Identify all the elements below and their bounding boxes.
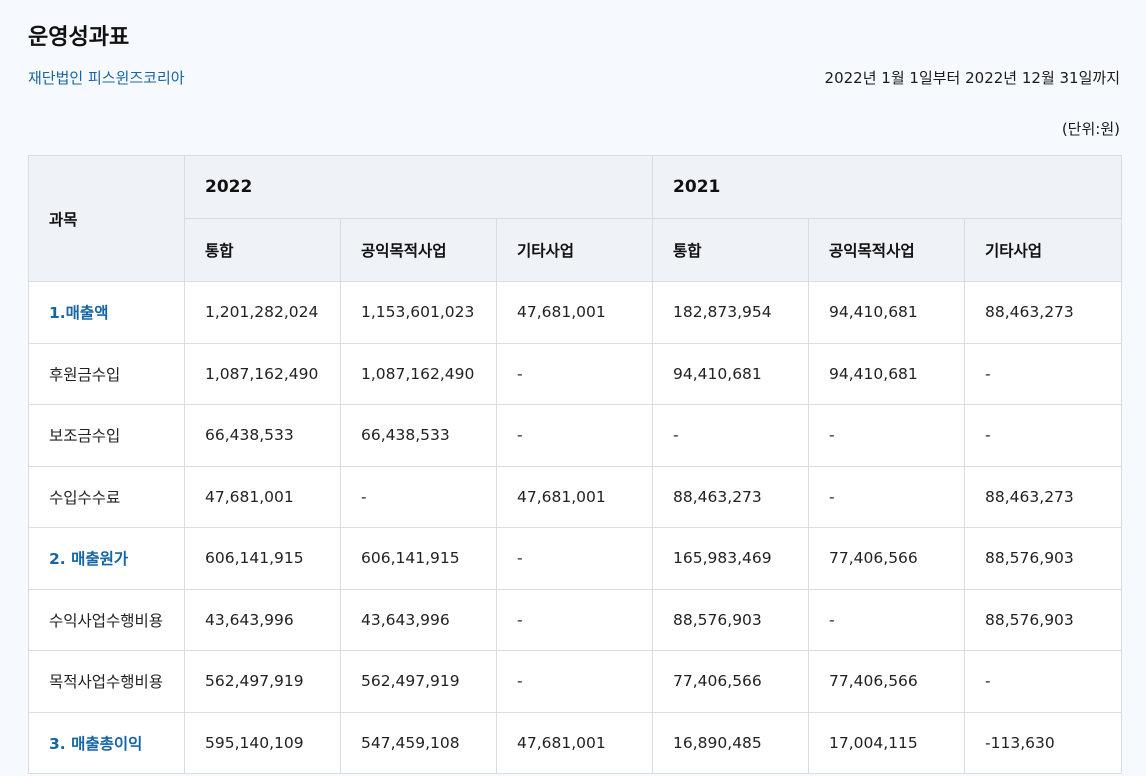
table-row: 보조금수입 66,438,533 66,438,533- - - - (28, 404, 1123, 467)
table-row: 2. 매출원가 606,141,915 606,141,915-165,983,46… (28, 527, 1123, 590)
table-cell: - (808, 465, 966, 528)
col-header-2022-combined: 통합 (184, 218, 341, 282)
row-subject: 목적사업수행비용 (28, 650, 185, 713)
table-row: 3. 매출총이익 595,140,109 547,459,108 47,681,001… (28, 711, 1123, 774)
fiscal-period: 2022년 1월 1일부터 2022년 12월 31일까지 (824, 69, 1120, 87)
table-cell: 66,438,533 (184, 404, 341, 467)
table-header: 과목 2022 2021 통합 공익목적사업 기타사업 통합 공익목적사업 기타… (28, 155, 1123, 282)
table-cell: 88,463,273 (964, 281, 1123, 344)
row-subject: 보조금수입 (28, 404, 185, 467)
row-subject: 수익사업수행비용 (28, 588, 185, 651)
table-cell: 1,201,282,024 (184, 281, 341, 344)
table-cell: - (808, 404, 966, 467)
table-cell: 547,459,108 (340, 711, 497, 774)
table-cell: 77,406,566 (808, 650, 966, 713)
table-cell: 77,406,566 (808, 527, 966, 590)
year-header-2021: 2021 (652, 155, 1123, 219)
table-cell: -113,630 (964, 711, 1123, 774)
organization-name: 재단법인 피스윈즈코리아 (28, 69, 185, 87)
table-cell: 88,576,903 (652, 588, 810, 651)
table-cell: 94,410,681 (808, 281, 966, 344)
table-cell: 47,681,001 (184, 465, 341, 528)
table-cell: - (964, 650, 1123, 713)
table-cell: - (495, 527, 654, 590)
row-subject: 후원금수입 (28, 342, 185, 405)
table-cell: 66,438,533 (340, 404, 497, 467)
page-title: 운영성과표 (28, 25, 130, 50)
table-cell: - (495, 342, 654, 405)
table-row: 수익사업수행비용 43,643,996 43,643,996-88,576,903-… (28, 588, 1123, 651)
table-cell: 182,873,954 (652, 281, 810, 344)
col-header-2021-public-purpose: 공익목적사업 (808, 218, 966, 282)
table-cell: 16,890,485 (652, 711, 810, 774)
header-row-years: 과목 2022 2021 (28, 155, 1123, 282)
year-header-2022: 2022 (183, 155, 654, 219)
currency-unit: (단위:원) (1061, 120, 1120, 138)
table-cell: 88,576,903 (964, 588, 1123, 651)
col-header-2022-public-purpose: 공익목적사업 (340, 218, 497, 282)
table-row: 목적사업수행비용 562,497,919 562,497,919-77,406,56… (28, 650, 1123, 713)
table-cell: 88,463,273 (964, 465, 1123, 528)
table-cell: - (808, 588, 966, 651)
table-cell: 562,497,919 (184, 650, 341, 713)
table-cell: 606,141,915 (340, 527, 497, 590)
table-cell: 47,681,001 (495, 281, 654, 344)
row-subject: 수입수수료 (28, 465, 185, 528)
table-cell: 595,140,109 (184, 711, 341, 774)
table-cell: 77,406,566 (652, 650, 810, 713)
table-body: 1.매출액 1,201,282,024 1,153,601,023 47,681,00… (28, 281, 1123, 774)
table-cell: 17,004,115 (808, 711, 966, 774)
row-subject-main: 2. 매출원가 (28, 527, 185, 590)
table-cell: - (340, 465, 497, 528)
table-cell: - (964, 342, 1123, 405)
table-cell: 43,643,996 (184, 588, 341, 651)
table-cell: 94,410,681 (808, 342, 966, 405)
table-cell: 606,141,915 (184, 527, 341, 590)
table-cell: 47,681,001 (495, 465, 654, 528)
table-cell: 94,410,681 (652, 342, 810, 405)
col-header-2021-other: 기타사업 (964, 218, 1123, 282)
operating-results-page: 운영성과표 재단법인 피스윈즈코리아 2022년 1월 1일부터 2022년 1… (0, 0, 1146, 776)
table-cell: 47,681,001 (495, 711, 654, 774)
table-row: 수입수수료 47,681,001-47,681,001 88,463,273-88,… (28, 465, 1123, 528)
table-cell: - (495, 404, 654, 467)
table-cell: - (652, 404, 810, 467)
subject-column-header: 과목 (28, 155, 185, 282)
table-row: 후원금수입 1,087,162,490 1,087,162,490-94,410,6… (28, 342, 1123, 405)
table-cell: 165,983,469 (652, 527, 810, 590)
table-row: 1.매출액 1,201,282,024 1,153,601,023 47,681,00… (28, 281, 1123, 344)
col-header-2022-other: 기타사업 (495, 218, 654, 282)
table-cell: - (495, 588, 654, 651)
table-cell: 1,087,162,490 (184, 342, 341, 405)
table-cell: 562,497,919 (340, 650, 497, 713)
row-subject-main: 1.매출액 (28, 281, 185, 344)
table-cell: - (495, 650, 654, 713)
table-cell: 88,576,903 (964, 527, 1123, 590)
table-cell: 43,643,996 (340, 588, 497, 651)
table-cell: 88,463,273 (652, 465, 810, 528)
table-cell: - (964, 404, 1123, 467)
operating-results-table: 과목 2022 2021 통합 공익목적사업 기타사업 통합 공익목적사업 기타… (28, 155, 1123, 774)
row-subject-main: 3. 매출총이익 (28, 711, 185, 774)
table-cell: 1,153,601,023 (340, 281, 497, 344)
col-header-2021-combined: 통합 (652, 218, 810, 282)
table-cell: 1,087,162,490 (340, 342, 497, 405)
header-row-categories: 통합 공익목적사업 기타사업 통합 공익목적사업 기타사업 (29, 218, 1123, 282)
